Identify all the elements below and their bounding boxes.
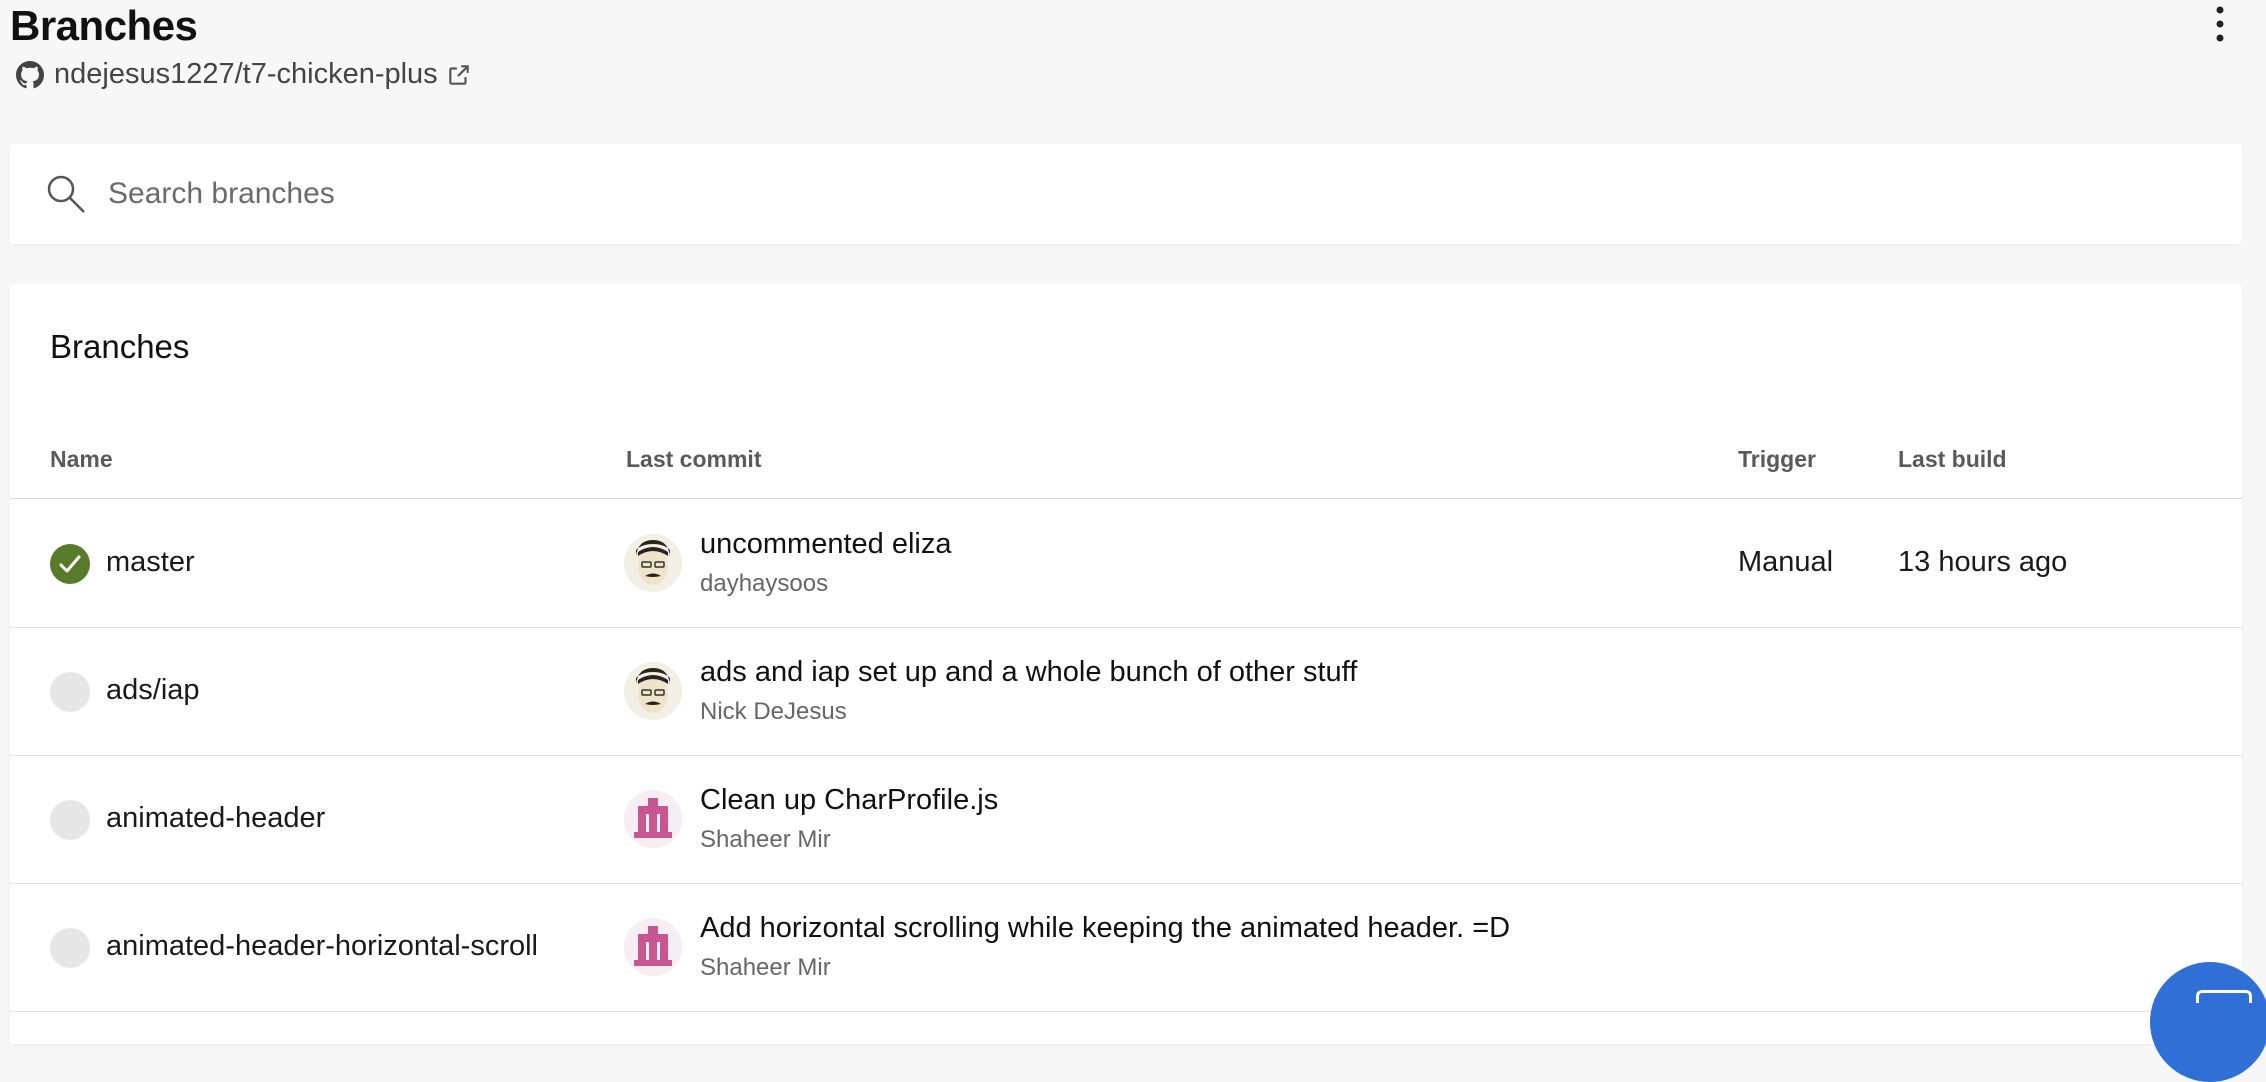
vertical-dots-icon — [2216, 6, 2224, 42]
commit-author: Nick DeJesus — [700, 698, 847, 725]
page-header: Branches ndejesus1227/t7-chicken-plus — [10, 0, 2240, 120]
page-title: Branches — [10, 2, 198, 49]
avatar — [624, 662, 682, 720]
github-icon — [16, 60, 44, 89]
table-row[interactable]: animated-header Clean up CharProfile.js … — [10, 756, 2242, 884]
branch-name[interactable]: animated-header-horizontal-scroll — [106, 930, 538, 963]
table-title: Branches — [50, 328, 190, 365]
commit-author: Shaheer Mir — [700, 954, 831, 981]
status-none-icon — [50, 928, 90, 968]
commit-message[interactable]: Add horizontal scrolling while keeping t… — [700, 912, 1510, 945]
avatar — [624, 534, 682, 592]
status-none-icon — [50, 800, 90, 840]
search-bar — [10, 144, 2242, 244]
status-none-icon — [50, 672, 90, 712]
branch-name[interactable]: ads/iap — [106, 674, 200, 707]
avatar — [624, 918, 682, 976]
branch-name[interactable]: animated-header — [106, 802, 325, 835]
repo-link[interactable]: ndejesus1227/t7-chicken-plus — [16, 58, 472, 91]
avatar — [624, 790, 682, 848]
chat-button[interactable] — [2150, 962, 2266, 1082]
search-input[interactable] — [106, 176, 2110, 212]
column-header-last-commit[interactable]: Last commit — [626, 446, 761, 473]
commit-message[interactable]: ads and iap set up and a whole bunch of … — [700, 656, 1357, 689]
table-row[interactable]: master uncommented eliza dayhaysoos Manu… — [10, 500, 2242, 628]
column-header-name[interactable]: Name — [50, 446, 113, 473]
table-header: Name Last commit Trigger Last build — [10, 438, 2242, 499]
commit-author: dayhaysoos — [700, 570, 829, 597]
commit-message[interactable]: Clean up CharProfile.js — [700, 784, 998, 817]
branches-table: Branches Name Last commit Trigger Last b… — [10, 284, 2242, 1044]
column-header-last-build[interactable]: Last build — [1898, 446, 2007, 473]
table-row[interactable]: ads/iap ads and iap set up and a whole b… — [10, 628, 2242, 756]
search-icon — [44, 172, 88, 216]
external-link-icon[interactable] — [446, 62, 472, 88]
commit-message[interactable]: uncommented eliza — [700, 528, 951, 561]
more-options-button[interactable] — [2200, 4, 2240, 44]
trigger: Manual — [1738, 546, 1834, 578]
status-success-icon — [50, 544, 90, 584]
last-build[interactable]: 13 hours ago — [1898, 546, 2067, 579]
branch-name[interactable]: master — [106, 546, 195, 579]
commit-author: Shaheer Mir — [700, 826, 831, 853]
column-header-trigger[interactable]: Trigger — [1738, 446, 1816, 473]
table-row[interactable]: animated-header-horizontal-scroll Add ho… — [10, 884, 2242, 1012]
chat-icon — [2196, 990, 2252, 1003]
repo-name[interactable]: ndejesus1227/t7-chicken-plus — [54, 58, 438, 91]
